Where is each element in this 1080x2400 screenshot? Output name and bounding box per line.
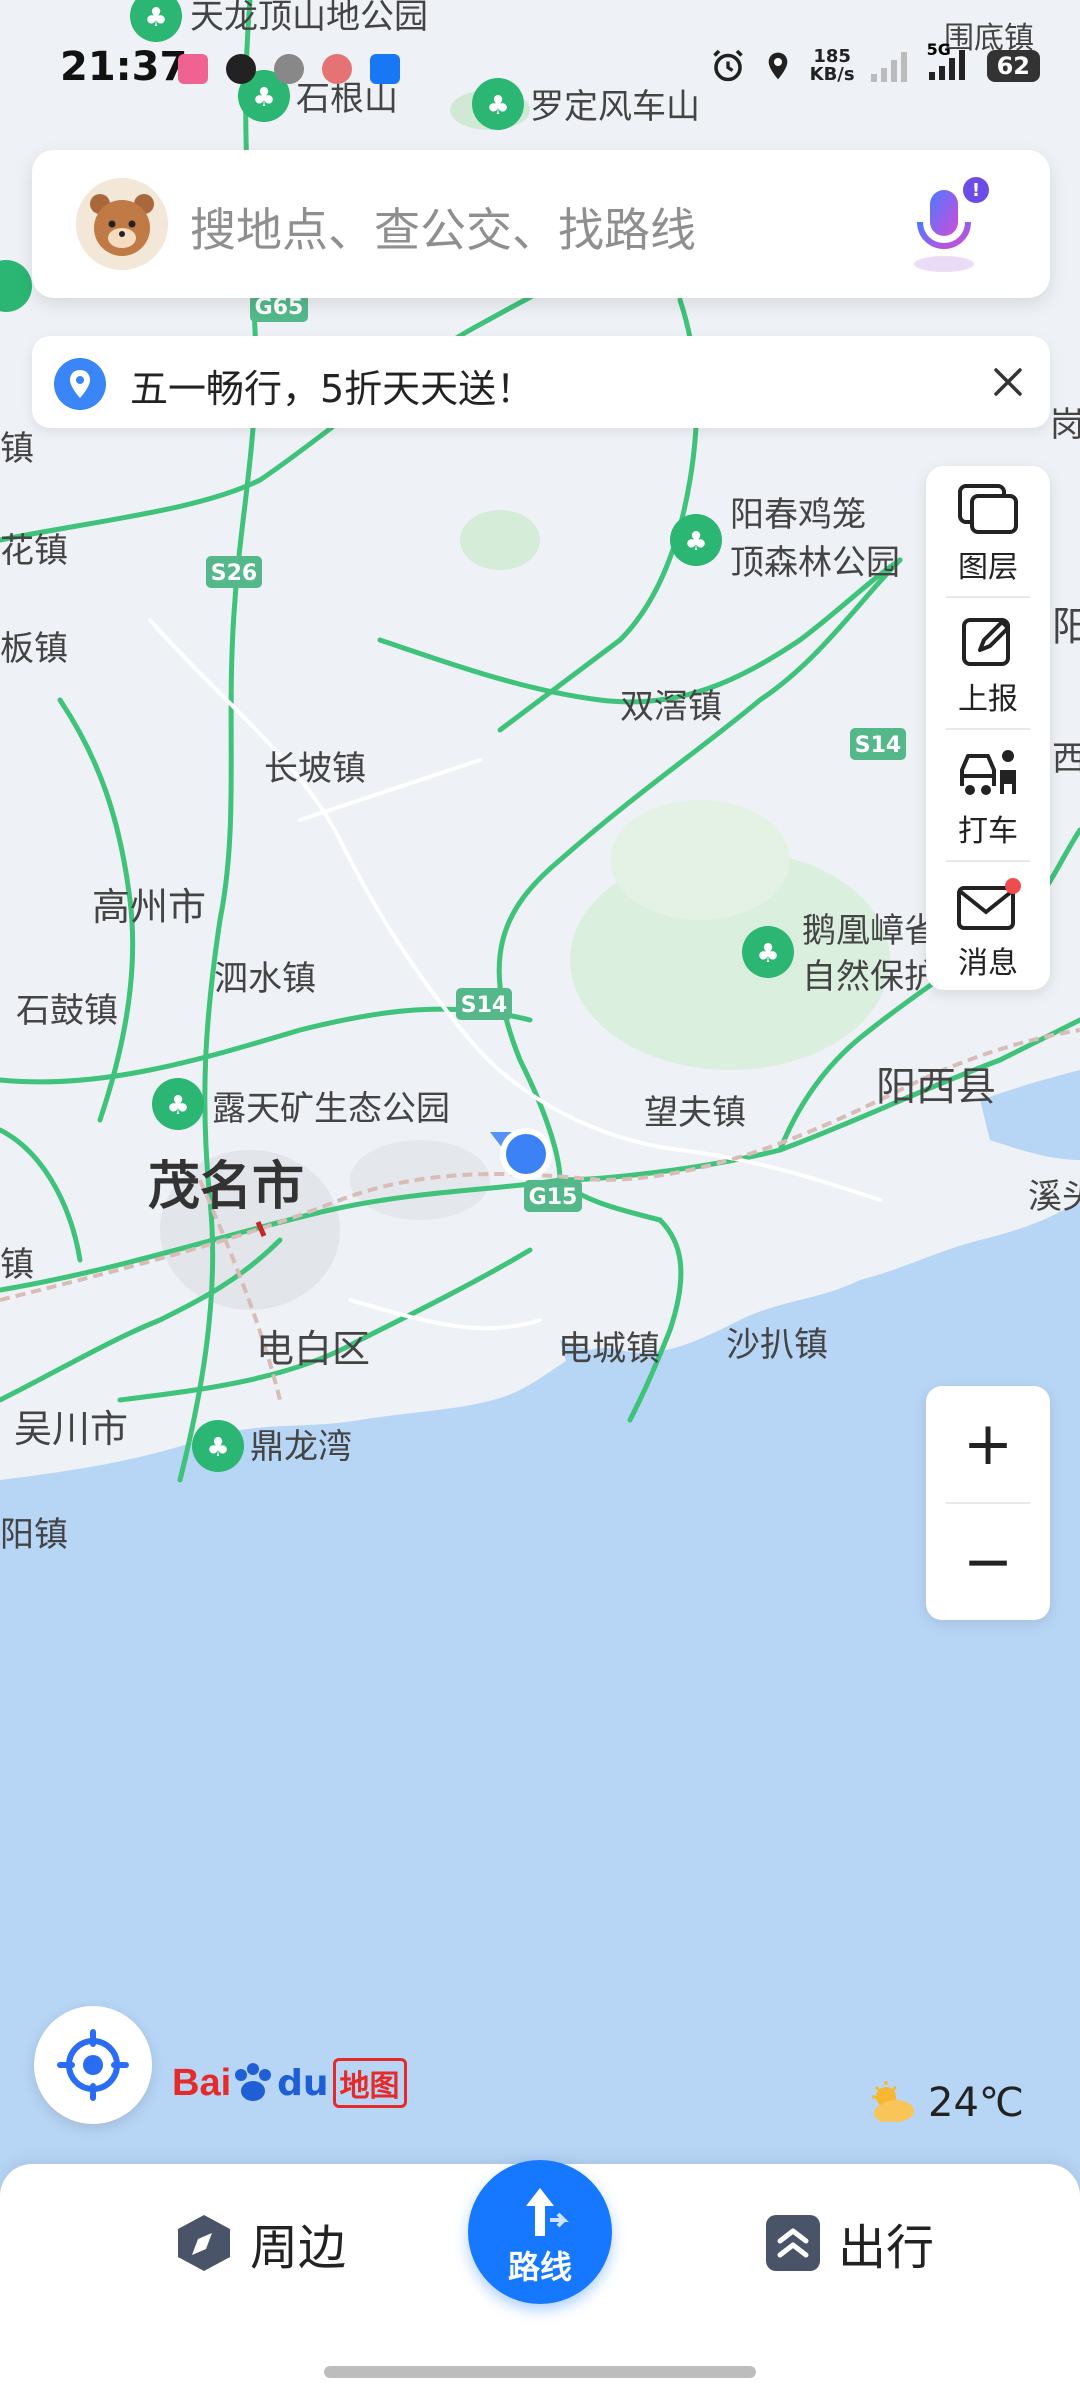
- map-label[interactable]: 长坡镇: [264, 749, 366, 789]
- map-label[interactable]: 电城镇: [558, 1329, 660, 1369]
- route-label: 路线: [507, 2248, 572, 2286]
- map-label[interactable]: 阳镇: [0, 1515, 68, 1555]
- route-button[interactable]: 路线: [468, 2160, 612, 2304]
- map-label[interactable]: 阳春鸡笼: [730, 495, 866, 535]
- clock: 21:37: [60, 44, 188, 90]
- map-label[interactable]: 吴川市: [14, 1407, 128, 1451]
- search-input[interactable]: 搜地点、查公交、找路线: [190, 194, 696, 260]
- zoom-controls: + −: [926, 1386, 1050, 1620]
- voice-search-icon[interactable]: !: [904, 176, 994, 276]
- map-label[interactable]: 双滘镇: [620, 687, 722, 727]
- map-label[interactable]: 镇: [0, 1245, 34, 1285]
- svg-text:♣: ♣: [206, 1433, 229, 1463]
- status-bar: 21:37 185 KB/s 5G 62: [0, 0, 1080, 140]
- map-tools-panel: 图层 上报 打车 消息: [926, 466, 1050, 990]
- svg-text:♣: ♣: [166, 1091, 189, 1121]
- messages-button[interactable]: 消息: [926, 862, 1050, 992]
- road-shield-g15: G15: [529, 1185, 578, 1210]
- promo-banner[interactable]: 五一畅行，5折天天送！: [32, 336, 1050, 428]
- app-icon: [322, 54, 352, 84]
- layers-button[interactable]: 图层: [926, 466, 1050, 596]
- map-label[interactable]: 镇: [0, 429, 34, 469]
- location-pin-icon: [54, 358, 106, 410]
- svg-text:!: !: [972, 180, 980, 201]
- road-shield-g65: G65: [255, 295, 304, 320]
- network-type: 5G: [926, 40, 951, 59]
- baidu-map-logo: Bai du 地图: [172, 2058, 407, 2108]
- map-label[interactable]: 板镇: [0, 629, 68, 669]
- bottom-nav: 周边 路线 出行: [0, 2160, 1080, 2400]
- map-label[interactable]: 阳: [1052, 604, 1080, 650]
- road-shield-s14: S14: [461, 993, 507, 1018]
- paw-icon: [235, 2063, 272, 2101]
- bilibili-icon: [178, 54, 208, 84]
- road-shield-s14: S14: [855, 733, 901, 758]
- taxi-button[interactable]: 打车: [926, 730, 1050, 860]
- map-label[interactable]: 高州市: [92, 885, 206, 929]
- messages-label: 消息: [958, 946, 1018, 981]
- edit-report-icon: [962, 618, 1010, 666]
- telegram-icon: [274, 54, 304, 84]
- map-label[interactable]: 西: [1052, 739, 1080, 779]
- map-label[interactable]: 望夫镇: [644, 1093, 746, 1133]
- map-label[interactable]: 花镇: [0, 531, 68, 571]
- layers-icon: [958, 484, 1018, 534]
- partly-cloudy-icon: [872, 2081, 914, 2122]
- layers-label: 图层: [958, 550, 1018, 585]
- compass-icon: [178, 2215, 230, 2271]
- map-label[interactable]: 泗水镇: [214, 959, 316, 999]
- travel-tab[interactable]: 出行: [762, 2208, 934, 2278]
- map-label[interactable]: 电白区: [256, 1327, 370, 1371]
- map-label[interactable]: 顶森林公园: [730, 543, 900, 583]
- map-label[interactable]: 溪头: [1028, 1177, 1080, 1217]
- banner-text[interactable]: 五一畅行，5折天天送！: [130, 358, 534, 413]
- svg-text:♣: ♣: [684, 527, 707, 557]
- temperature: 24℃: [928, 2080, 1024, 2126]
- report-label: 上报: [958, 682, 1018, 717]
- bear-avatar-icon[interactable]: [76, 178, 168, 270]
- locate-me-button[interactable]: [34, 2006, 152, 2124]
- search-bar[interactable]: 搜地点、查公交、找路线 !: [32, 150, 1050, 298]
- map-label[interactable]: 露天矿生态公园: [212, 1089, 450, 1129]
- taxi-label: 打车: [958, 814, 1018, 849]
- nearby-label: 周边: [250, 2220, 347, 2276]
- map-label[interactable]: 岗: [1050, 405, 1080, 445]
- location-icon: [768, 52, 787, 80]
- signal-weak-icon: [870, 52, 907, 82]
- map-label[interactable]: 自然保护: [802, 957, 938, 997]
- map-label[interactable]: 石鼓镇: [16, 991, 118, 1031]
- svg-text:♣: ♣: [756, 939, 779, 969]
- qq-icon: [226, 54, 256, 84]
- alarm-icon: [712, 49, 743, 82]
- map-label[interactable]: 鹅凰嶂省: [802, 911, 938, 951]
- map-label[interactable]: 茂名市: [148, 1157, 304, 1217]
- travel-label: 出行: [838, 2220, 935, 2276]
- weather-widget[interactable]: 24℃: [868, 2080, 1024, 2126]
- mail-icon: [957, 878, 1021, 930]
- crosshair-icon: [57, 2029, 129, 2101]
- map-label[interactable]: 沙扒镇: [726, 1325, 828, 1365]
- zoom-out-button[interactable]: −: [926, 1504, 1050, 1620]
- road-shield-s26: S26: [211, 561, 257, 586]
- battery-indicator: 62: [986, 50, 1040, 82]
- notification-icons: [178, 54, 400, 84]
- facebook-icon: [370, 54, 400, 84]
- zoom-in-button[interactable]: +: [926, 1386, 1050, 1502]
- travel-icon: [766, 2215, 820, 2271]
- network-speed: 185 KB/s: [809, 46, 855, 85]
- nearby-tab[interactable]: 周边: [172, 2208, 346, 2278]
- map-label[interactable]: 鼎龙湾: [250, 1427, 352, 1467]
- report-button[interactable]: 上报: [926, 598, 1050, 728]
- taxi-icon: [960, 750, 1016, 795]
- map-label[interactable]: 阳西县: [876, 1064, 996, 1110]
- close-icon[interactable]: [984, 358, 1032, 406]
- home-indicator[interactable]: [324, 2366, 756, 2378]
